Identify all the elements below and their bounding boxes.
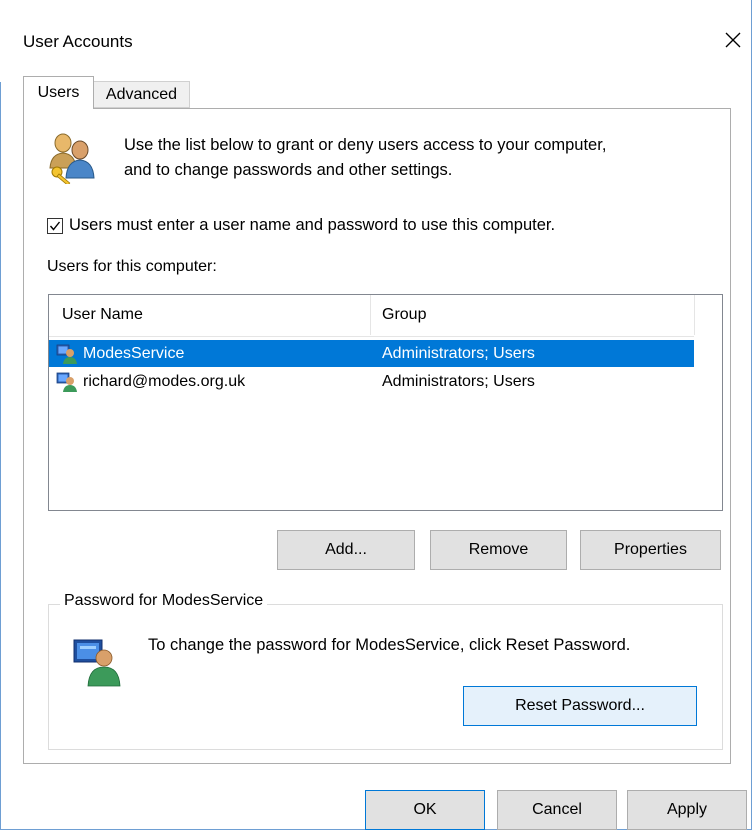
- user-icon: [56, 372, 77, 392]
- password-group-legend: Password for ModesService: [60, 592, 268, 610]
- user-group-cell: Administrators; Users: [382, 344, 535, 362]
- close-icon: [725, 32, 741, 48]
- password-group: [48, 604, 723, 750]
- checkmark-icon: [49, 221, 61, 231]
- reset-password-button[interactable]: Reset Password...: [463, 686, 697, 726]
- window-border: [0, 0, 1, 830]
- cancel-button[interactable]: Cancel: [497, 790, 617, 830]
- user-group-cell: Administrators; Users: [382, 372, 535, 390]
- remove-button[interactable]: Remove: [430, 530, 567, 570]
- users-list[interactable]: User Name Group ModesService Administrat…: [48, 294, 723, 511]
- ok-button[interactable]: OK: [365, 790, 485, 830]
- add-button[interactable]: Add...: [277, 530, 415, 570]
- title-bar[interactable]: User Accounts: [0, 0, 751, 82]
- window-title: User Accounts: [23, 32, 133, 51]
- column-header-user-name[interactable]: User Name: [62, 295, 143, 335]
- users-key-icon: [49, 133, 95, 184]
- password-instructions: To change the password for ModesService,…: [148, 636, 631, 654]
- user-row-modesservice[interactable]: ModesService Administrators; Users: [49, 340, 694, 367]
- user-icon: [56, 344, 77, 364]
- user-password-icon: [73, 639, 121, 687]
- tab-strip: Users Advanced: [23, 76, 731, 109]
- column-divider[interactable]: [370, 295, 371, 335]
- require-login-option[interactable]: Users must enter a user name and passwor…: [47, 216, 555, 235]
- close-button[interactable]: [715, 22, 751, 58]
- list-header: User Name Group: [49, 295, 695, 337]
- tab-users[interactable]: Users: [23, 76, 94, 109]
- users-list-label: Users for this computer:: [47, 258, 217, 275]
- require-login-label[interactable]: Users must enter a user name and passwor…: [69, 216, 555, 235]
- properties-button[interactable]: Properties: [580, 530, 721, 570]
- user-row-richard[interactable]: richard@modes.org.uk Administrators; Use…: [49, 368, 694, 395]
- intro-text: Use the list below to grant or deny user…: [124, 133, 724, 183]
- require-login-checkbox[interactable]: [47, 217, 63, 234]
- apply-button[interactable]: Apply: [627, 790, 747, 830]
- user-name-cell: ModesService: [83, 344, 185, 362]
- column-header-group[interactable]: Group: [382, 295, 426, 335]
- tab-advanced[interactable]: Advanced: [94, 81, 190, 108]
- intro-line-2: and to change passwords and other settin…: [124, 161, 453, 179]
- user-name-cell: richard@modes.org.uk: [83, 372, 246, 390]
- intro-line-1: Use the list below to grant or deny user…: [124, 136, 607, 154]
- column-divider[interactable]: [694, 295, 695, 335]
